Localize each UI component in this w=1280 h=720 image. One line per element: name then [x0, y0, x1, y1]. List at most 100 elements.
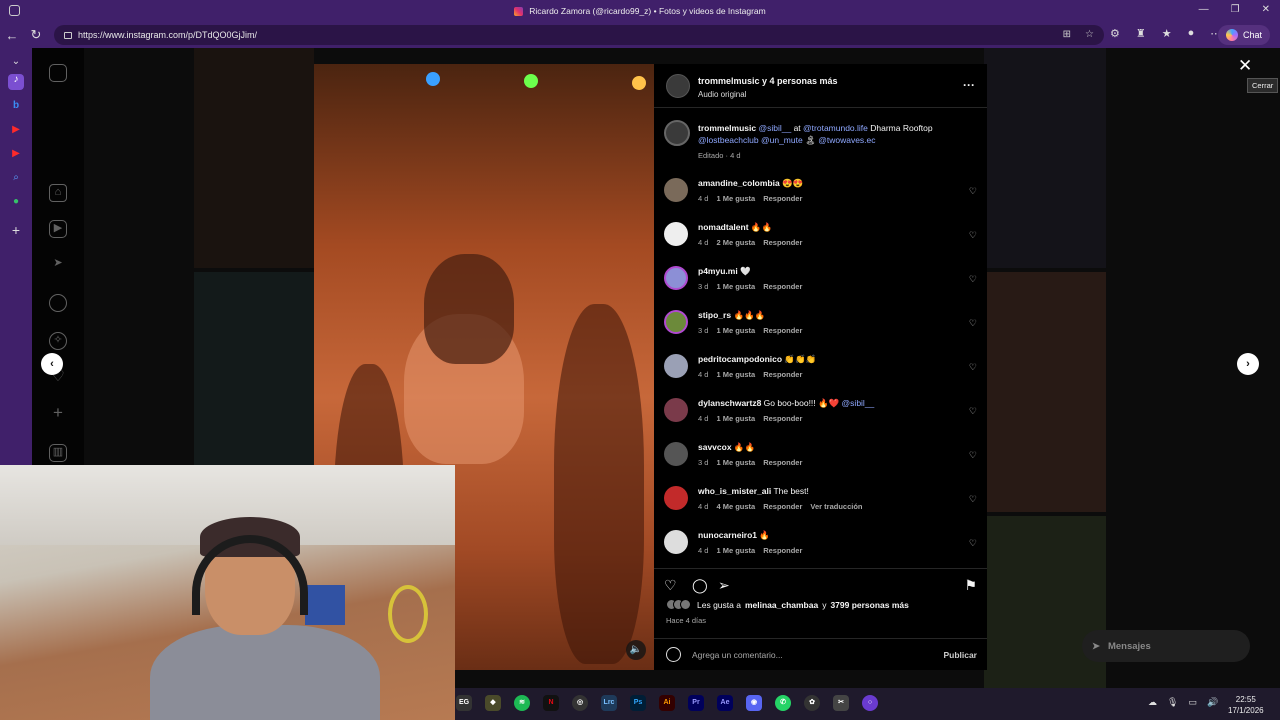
sidebar-bing-icon[interactable]: b [8, 100, 24, 116]
reply-link[interactable]: Responder [763, 502, 802, 511]
sidebar-collapse-icon[interactable]: ⌄ [8, 56, 24, 72]
capcut-icon[interactable]: ✂ [833, 695, 849, 711]
comment-likes[interactable]: 2 Me gusta [716, 238, 755, 247]
avatar[interactable] [664, 486, 688, 510]
game-icon[interactable]: ◆ [485, 695, 501, 711]
comment-likes[interactable]: 1 Me gusta [716, 414, 755, 423]
sidebar-search-icon[interactable]: ⌕ [8, 172, 24, 188]
audio-label[interactable]: Audio original [698, 90, 746, 99]
comment-user[interactable]: nomadtalent [698, 222, 749, 232]
reply-link[interactable]: Responder [763, 414, 802, 423]
comment-likes[interactable]: 1 Me gusta [716, 458, 755, 467]
comment-user[interactable]: amandine_colombia [698, 178, 780, 188]
display-icon[interactable]: ▭ [1188, 697, 1197, 708]
app-available-icon[interactable]: ⊞ [1063, 29, 1071, 40]
comment-input[interactable]: Agrega un comentario... [692, 650, 783, 660]
previous-post-button[interactable]: ‹ [41, 353, 63, 375]
discord-icon[interactable]: ◉ [746, 695, 762, 711]
mute-icon[interactable]: 🔈 [626, 640, 646, 660]
maximize-icon[interactable]: ❐ [1231, 4, 1240, 15]
caption-mention[interactable]: @lostbeachclub [698, 135, 759, 145]
comment-likes[interactable]: 1 Me gusta [716, 546, 755, 555]
caption-mention[interactable]: @sibil__ [758, 123, 791, 133]
likes-user[interactable]: melinaa_chambaa [745, 600, 818, 610]
like-comment-icon[interactable]: ♡ [969, 230, 977, 241]
comment-user[interactable]: pedritocampodonico [698, 354, 782, 364]
collections-icon[interactable]: ♜ [1136, 27, 1146, 40]
caption-mention[interactable]: @twowaves.ec [818, 135, 875, 145]
extensions-icon[interactable]: ⚙ [1110, 27, 1120, 40]
sidebar-add-icon[interactable]: + [8, 222, 24, 238]
photoshop-icon[interactable]: Ps [630, 695, 646, 711]
comment-user[interactable]: dylanschwartz8 [698, 398, 761, 408]
sidebar-youtube-icon[interactable]: ▶ [8, 124, 24, 140]
comment-icon[interactable]: ◯ [692, 577, 708, 594]
caption-mention[interactable]: @un_mute [761, 135, 803, 145]
url-field[interactable]: https://www.instagram.com/p/DTdQO0GjJim/… [54, 25, 1104, 45]
messages-button[interactable]: ➤ Mensajes [1082, 630, 1250, 662]
netflix-icon[interactable]: N [543, 695, 559, 711]
epic-games-icon[interactable]: EG [456, 695, 472, 711]
minimize-icon[interactable]: — [1199, 4, 1209, 15]
comment-likes[interactable]: 1 Me gusta [716, 194, 755, 203]
save-bookmark-icon[interactable]: ⚑ [964, 577, 977, 594]
sidebar-audio-icon[interactable]: ♪ [8, 74, 24, 90]
comment-user[interactable]: nunocarneiro1 [698, 530, 757, 540]
close-modal-icon[interactable]: ✕ [1238, 56, 1252, 76]
onedrive-icon[interactable]: ☁ [1148, 697, 1157, 708]
after-effects-icon[interactable]: Ae [717, 695, 733, 711]
like-comment-icon[interactable]: ♡ [969, 274, 977, 285]
like-comment-icon[interactable]: ♡ [969, 494, 977, 505]
avatar[interactable] [664, 442, 688, 466]
window-close-icon[interactable]: ✕ [1262, 4, 1270, 15]
avatar[interactable] [664, 222, 688, 246]
premiere-icon[interactable]: Pr [688, 695, 704, 711]
comment-likes[interactable]: 1 Me gusta [716, 326, 755, 335]
lightroom-icon[interactable]: Lrc [601, 695, 617, 711]
favorite-star-icon[interactable]: ☆ [1085, 29, 1094, 40]
avatar[interactable] [664, 530, 688, 554]
avatar[interactable] [664, 354, 688, 378]
caption-avatar[interactable] [664, 120, 690, 146]
microphone-icon[interactable]: 🎙 [1167, 697, 1178, 708]
like-comment-icon[interactable]: ♡ [969, 318, 977, 329]
avatar[interactable] [666, 74, 690, 98]
reply-link[interactable]: Responder [763, 194, 802, 203]
chrome-icon[interactable]: ◎ [572, 695, 588, 711]
avatar[interactable] [664, 310, 688, 334]
comment-likes[interactable]: 1 Me gusta [716, 370, 755, 379]
avatar[interactable] [664, 266, 688, 290]
sidebar-maps-icon[interactable]: ● [8, 196, 24, 212]
volume-icon[interactable]: 🔊 [1207, 697, 1218, 708]
caption-mention[interactable]: @trotamundo.life [803, 123, 868, 133]
comment-mention[interactable]: @sibil__ [842, 398, 875, 408]
chatgpt-icon[interactable]: ✿ [804, 695, 820, 711]
avatar[interactable] [664, 178, 688, 202]
caption-user[interactable]: trommelmusic [698, 123, 756, 133]
reply-link[interactable]: Responder [763, 282, 802, 291]
comment-likes[interactable]: 1 Me gusta [716, 282, 755, 291]
next-post-button[interactable]: › [1237, 353, 1259, 375]
reply-link[interactable]: Responder [763, 238, 802, 247]
post-author[interactable]: trommelmusic y 4 personas más [698, 76, 838, 86]
like-comment-icon[interactable]: ♡ [969, 186, 977, 197]
publish-button[interactable]: Publicar [943, 650, 977, 660]
comment-user[interactable]: p4myu.mi [698, 266, 738, 276]
like-comment-icon[interactable]: ♡ [969, 362, 977, 373]
reply-link[interactable]: Responder [763, 546, 802, 555]
assistant-icon[interactable]: ○ [862, 695, 878, 711]
back-icon[interactable]: ← [0, 28, 24, 43]
emoji-icon[interactable] [666, 647, 681, 662]
spotify-icon[interactable]: ≋ [514, 695, 530, 711]
sidebar-youtube2-icon[interactable]: ▶ [8, 148, 24, 164]
taskbar-clock[interactable]: 22:55 17/1/2026 [1228, 694, 1264, 716]
comment-user[interactable]: savvcox [698, 442, 732, 452]
like-comment-icon[interactable]: ♡ [969, 406, 977, 417]
reply-link[interactable]: Responder [763, 326, 802, 335]
comment-user[interactable]: stipo_rs [698, 310, 731, 320]
favorites-icon[interactable]: ★ [1162, 27, 1172, 40]
like-comment-icon[interactable]: ♡ [969, 538, 977, 549]
like-comment-icon[interactable]: ♡ [969, 450, 977, 461]
more-options-icon[interactable]: ··· [963, 78, 975, 92]
refresh-icon[interactable]: ↻ [24, 27, 48, 43]
